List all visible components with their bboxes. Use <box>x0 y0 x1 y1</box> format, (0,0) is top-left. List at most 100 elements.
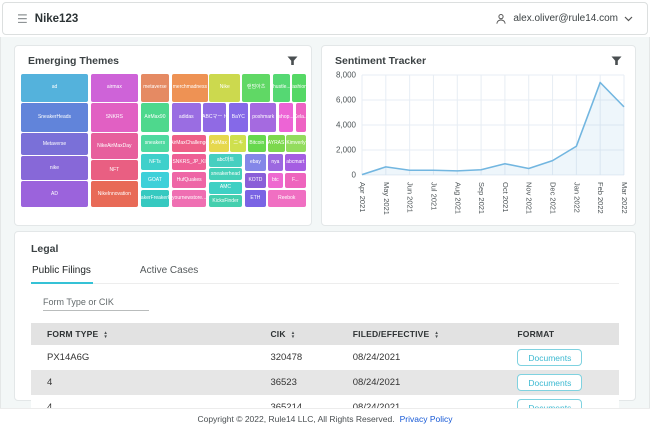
main-content: Emerging Themes adSneakerHeadsMetaversen… <box>0 37 650 401</box>
svg-text:6,000: 6,000 <box>336 96 357 105</box>
treemap-tile[interactable]: fashion <box>292 74 306 102</box>
sentiment-tracker-panel: Sentiment Tracker 02,0004,0006,0008,000A… <box>321 45 636 226</box>
sentiment-line-chart: 02,0004,0006,0008,000Apr 2021May 2021Jun… <box>326 69 631 219</box>
sort-icon[interactable]: ▲▼ <box>434 331 439 338</box>
page: ☰ Nike123 alex.oliver@rule14.com Emergin… <box>0 0 650 428</box>
column-header[interactable]: FORM TYPE▲▼ <box>31 323 254 345</box>
treemap-tile[interactable]: AYRAS <box>268 135 285 152</box>
table-row: PX14A6G32047808/24/2021 Documents <box>31 345 619 370</box>
treemap-tile[interactable]: merchmadness <box>172 74 208 102</box>
svg-text:Oct 2021: Oct 2021 <box>501 182 510 212</box>
form-type-cik-input[interactable] <box>43 295 149 311</box>
treemap-tile[interactable]: Metaverse <box>21 133 88 155</box>
filed-cell: 08/24/2021 <box>337 370 502 395</box>
svg-text:Sep 2021: Sep 2021 <box>477 182 486 214</box>
brand-title: Nike123 <box>35 13 78 25</box>
filed-cell: 08/24/2021 <box>337 345 502 370</box>
privacy-policy-link[interactable]: Privacy Policy <box>400 414 453 424</box>
treemap-tile[interactable]: abcmart <box>285 154 306 171</box>
column-header[interactable]: FILED/EFFECTIVE▲▼ <box>337 323 502 345</box>
treemap-tile[interactable]: F... <box>285 173 306 188</box>
svg-text:Mar 2022: Mar 2022 <box>620 182 629 214</box>
treemap-tile[interactable]: NFT <box>91 160 138 180</box>
treemap-tile[interactable]: SNKRS_JP_KI <box>172 154 206 171</box>
treemap-tile[interactable]: metaverse <box>141 74 170 102</box>
form-type-cell: 4 <box>31 370 254 395</box>
documents-button[interactable]: Documents <box>517 374 582 391</box>
treemap-tile[interactable]: AirMax <box>209 135 229 152</box>
svg-text:Dec 2021: Dec 2021 <box>549 182 558 214</box>
topbar-band: ☰ Nike123 alex.oliver@rule14.com <box>0 0 650 37</box>
treemap-tile[interactable]: AirMaxChallenge <box>172 135 206 152</box>
treemap-tile[interactable]: KOTD <box>245 173 266 188</box>
treemap-tile[interactable]: AD <box>21 181 88 207</box>
sort-icon[interactable]: ▲▼ <box>291 331 296 338</box>
svg-text:8,000: 8,000 <box>336 71 357 80</box>
filter-icon[interactable] <box>611 56 622 66</box>
treemap-tile[interactable]: btc <box>268 173 284 188</box>
treemap-tile[interactable]: shop... <box>279 103 293 132</box>
treemap-tile[interactable]: ebay <box>245 154 266 171</box>
treemap-tile[interactable]: poshmark <box>250 103 276 132</box>
treemap-tile[interactable]: KicksFinder <box>209 195 242 207</box>
legal-title: Legal <box>31 243 619 255</box>
treemap-tile[interactable]: sneakers <box>141 135 170 152</box>
sort-icon[interactable]: ▲▼ <box>103 331 108 338</box>
treemap-tile[interactable]: ニキ <box>230 135 246 152</box>
legal-panel: Legal Public Filings Active Cases FORM T… <box>14 231 636 401</box>
menu-icon[interactable]: ☰ <box>17 13 28 25</box>
treemap-tile[interactable]: 랜덤아츠 <box>242 74 271 102</box>
user-email: alex.oliver@rule14.com <box>513 13 618 24</box>
svg-text:Apr 2021: Apr 2021 <box>358 182 367 212</box>
treemap-tile[interactable]: SneakerFreakerFam <box>141 190 170 207</box>
treemap-tile[interactable]: Kimverly <box>286 135 306 152</box>
svg-text:2,000: 2,000 <box>336 146 357 155</box>
sentiment-tracker-title: Sentiment Tracker <box>335 55 426 67</box>
filter-icon[interactable] <box>287 56 298 66</box>
treemap-tile[interactable]: Bitcoin <box>248 135 267 152</box>
treemap-tile[interactable]: NikeInnovation <box>91 181 138 207</box>
treemap-tile[interactable]: sneakerhead <box>209 168 242 180</box>
svg-text:Feb 2022: Feb 2022 <box>596 182 605 214</box>
treemap-tile[interactable]: nya <box>268 154 284 171</box>
treemap-tile[interactable]: airmax <box>91 74 138 102</box>
treemap-tile[interactable]: Reebok <box>268 190 306 207</box>
treemap-tile[interactable]: abc마트 <box>209 154 242 167</box>
tab-active-cases[interactable]: Active Cases <box>139 263 200 283</box>
treemap-tile[interactable]: BaYC <box>229 103 248 132</box>
topbar: ☰ Nike123 alex.oliver@rule14.com <box>2 2 648 35</box>
treemap-tile[interactable]: yournewstore... <box>172 190 206 207</box>
documents-button[interactable]: Documents <box>517 349 582 366</box>
tab-public-filings[interactable]: Public Filings <box>31 263 93 284</box>
cik-cell: 36523 <box>254 370 336 395</box>
treemap-tile[interactable]: SNKRS <box>91 103 138 132</box>
emerging-themes-panel: Emerging Themes adSneakerHeadsMetaversen… <box>14 45 312 226</box>
treemap-tile[interactable]: SneakerHeads <box>21 103 88 132</box>
treemap-tile[interactable]: GOAT <box>141 172 170 189</box>
svg-text:Nov 2021: Nov 2021 <box>525 182 534 214</box>
column-header[interactable]: CIK▲▼ <box>254 323 336 345</box>
treemap-tile[interactable]: AMC <box>209 182 242 194</box>
svg-text:Jun 2021: Jun 2021 <box>406 182 415 213</box>
treemap-tile[interactable]: ad <box>21 74 88 102</box>
treemap-tile[interactable]: Kela... <box>296 103 306 132</box>
emerging-themes-title: Emerging Themes <box>28 55 119 67</box>
cik-cell: 320478 <box>254 345 336 370</box>
treemap-tile[interactable]: hustle... <box>273 74 290 102</box>
treemap-tile[interactable]: ABCマート <box>203 103 226 132</box>
treemap-tile[interactable]: ETH <box>245 190 266 207</box>
user-icon <box>495 13 507 25</box>
treemap-tile[interactable]: adidas <box>172 103 201 132</box>
treemap-tile[interactable]: Nike <box>209 74 240 102</box>
svg-text:0: 0 <box>352 171 357 180</box>
treemap-tile[interactable]: NFTs <box>141 154 170 171</box>
treemap-tile[interactable]: AirMax90 <box>141 103 170 132</box>
themes-treemap: adSneakerHeadsMetaversenikeADairmaxSNKRS… <box>21 74 306 207</box>
form-type-cell: PX14A6G <box>31 345 254 370</box>
treemap-tile[interactable]: NikeAirMaxDay <box>91 133 138 159</box>
svg-text:Aug 2021: Aug 2021 <box>453 182 462 214</box>
treemap-tile[interactable]: nike <box>21 156 88 179</box>
treemap-tile[interactable]: HufQuakes <box>172 172 206 189</box>
user-menu[interactable]: alex.oliver@rule14.com <box>495 13 633 25</box>
legal-tabs: Public Filings Active Cases <box>31 263 619 284</box>
